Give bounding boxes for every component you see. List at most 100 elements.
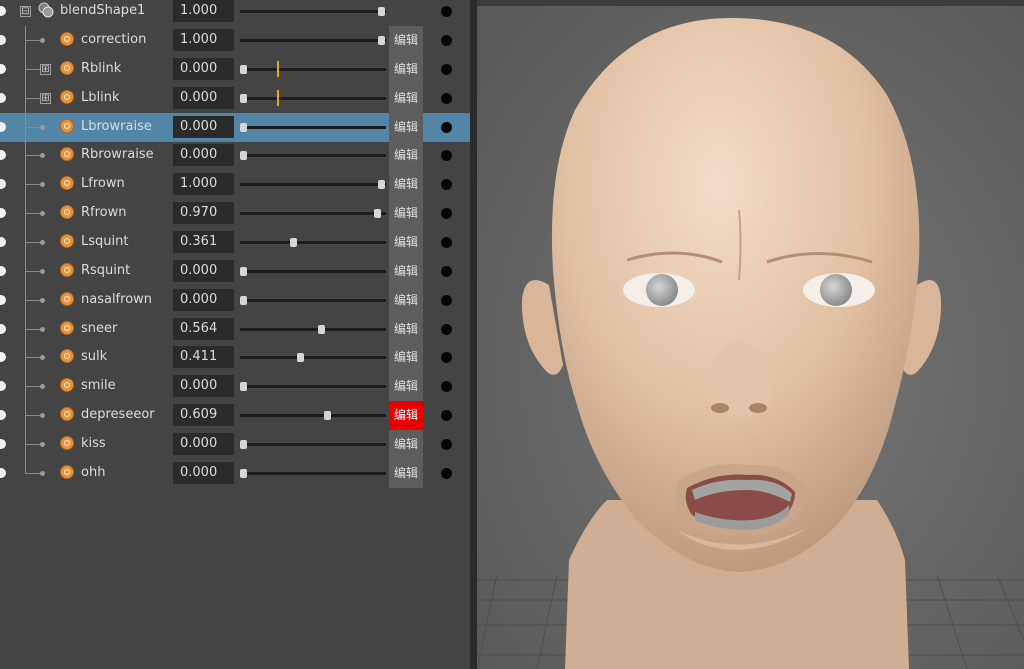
edit-button[interactable]: 编辑 xyxy=(389,430,423,459)
key-dot[interactable] xyxy=(441,439,452,450)
key-dot[interactable] xyxy=(441,64,452,75)
slider-handle[interactable] xyxy=(240,382,247,391)
blendshape-target-row[interactable]: ohh 0.000 编辑 xyxy=(0,459,470,488)
expand-icon[interactable]: ⊞ xyxy=(40,93,51,104)
blendshape-node-row[interactable]: ⊟ blendShape1 1.000 xyxy=(0,0,470,26)
edit-button[interactable]: 编辑 xyxy=(389,55,423,84)
weight-slider[interactable] xyxy=(240,238,386,247)
weight-field[interactable]: 1.000 xyxy=(173,173,234,195)
blendshape-target-row[interactable]: ⊞ Rblink 0.000 编辑 xyxy=(0,55,470,84)
key-dot[interactable] xyxy=(441,6,452,17)
slider-handle[interactable] xyxy=(240,296,247,305)
edit-button[interactable]: 编辑 xyxy=(389,286,423,315)
key-dot[interactable] xyxy=(441,150,452,161)
blendshape-target-row[interactable]: Lsquint 0.361 编辑 xyxy=(0,228,470,257)
weight-field[interactable]: 0.361 xyxy=(173,231,234,253)
edit-button[interactable]: 编辑 xyxy=(389,343,423,372)
weight-field[interactable]: 1.000 xyxy=(173,29,234,51)
slider-handle[interactable] xyxy=(240,94,247,103)
visibility-dot[interactable] xyxy=(0,64,6,74)
key-dot[interactable] xyxy=(441,410,452,421)
edit-button[interactable]: 编辑 xyxy=(389,228,423,257)
weight-field[interactable]: 0.000 xyxy=(173,58,234,80)
edit-button[interactable]: 编辑 xyxy=(389,26,423,55)
weight-slider[interactable] xyxy=(240,267,386,276)
visibility-dot[interactable] xyxy=(0,237,6,247)
edit-button[interactable]: 编辑 xyxy=(389,113,423,142)
weight-slider[interactable] xyxy=(240,411,386,420)
visibility-dot[interactable] xyxy=(0,6,6,16)
visibility-dot[interactable] xyxy=(0,295,6,305)
visibility-dot[interactable] xyxy=(0,352,6,362)
slider-handle[interactable] xyxy=(240,65,247,74)
visibility-dot[interactable] xyxy=(0,150,6,160)
key-dot[interactable] xyxy=(441,352,452,363)
blendshape-target-row[interactable]: Rfrown 0.970 编辑 xyxy=(0,199,470,228)
slider-handle[interactable] xyxy=(378,7,385,16)
weight-slider[interactable] xyxy=(240,180,386,189)
edit-button[interactable]: 编辑 xyxy=(389,170,423,199)
blendshape-target-row[interactable]: Lfrown 1.000 编辑 xyxy=(0,170,470,199)
visibility-dot[interactable] xyxy=(0,324,6,334)
edit-button[interactable]: 编辑 xyxy=(389,315,423,344)
weight-field[interactable]: 0.411 xyxy=(173,346,234,368)
slider-handle[interactable] xyxy=(240,469,247,478)
slider-handle[interactable] xyxy=(317,325,325,334)
weight-slider[interactable] xyxy=(240,353,386,362)
collapse-icon[interactable]: ⊟ xyxy=(20,6,31,17)
blendshape-target-row[interactable]: smile 0.000 编辑 xyxy=(0,372,470,401)
slider-handle[interactable] xyxy=(240,267,247,276)
slider-handle[interactable] xyxy=(240,151,247,160)
key-dot[interactable] xyxy=(441,381,452,392)
key-dot[interactable] xyxy=(441,324,452,335)
blendshape-target-row[interactable]: sulk 0.411 编辑 xyxy=(0,343,470,372)
visibility-dot[interactable] xyxy=(0,468,6,478)
weight-field[interactable]: 0.000 xyxy=(173,260,234,282)
visibility-dot[interactable] xyxy=(0,410,6,420)
visibility-dot[interactable] xyxy=(0,439,6,449)
weight-field[interactable]: 0.970 xyxy=(173,202,234,224)
weight-slider[interactable] xyxy=(240,296,386,305)
slider-handle[interactable] xyxy=(324,411,332,420)
visibility-dot[interactable] xyxy=(0,35,6,45)
slider-handle[interactable] xyxy=(373,209,381,218)
visibility-dot[interactable] xyxy=(0,266,6,276)
weight-slider[interactable] xyxy=(240,440,386,449)
key-dot[interactable] xyxy=(441,179,452,190)
edit-button[interactable]: 编辑 xyxy=(389,84,423,113)
weight-slider[interactable] xyxy=(240,325,386,334)
weight-field[interactable]: 0.564 xyxy=(173,318,234,340)
visibility-dot[interactable] xyxy=(0,208,6,218)
visibility-dot[interactable] xyxy=(0,122,6,132)
key-dot[interactable] xyxy=(441,295,452,306)
blendshape-target-row[interactable]: Rsquint 0.000 编辑 xyxy=(0,257,470,286)
expand-icon[interactable]: ⊞ xyxy=(40,64,51,75)
blendshape-target-row[interactable]: Lbrowraise 0.000 编辑 xyxy=(0,113,470,142)
weight-slider[interactable] xyxy=(240,209,386,218)
viewport-3d[interactable] xyxy=(477,0,1024,669)
edit-button[interactable]: 编辑 xyxy=(389,257,423,286)
key-dot[interactable] xyxy=(441,237,452,248)
weight-field[interactable]: 0.000 xyxy=(173,462,234,484)
key-dot[interactable] xyxy=(441,208,452,219)
weight-field[interactable]: 0.000 xyxy=(173,375,234,397)
weight-slider[interactable] xyxy=(240,90,386,106)
blendshape-target-row[interactable]: kiss 0.000 编辑 xyxy=(0,430,470,459)
blendshape-target-row[interactable]: sneer 0.564 编辑 xyxy=(0,315,470,344)
edit-button[interactable]: 编辑 xyxy=(389,199,423,228)
blendshape-target-row[interactable]: nasalfrown 0.000 编辑 xyxy=(0,286,470,315)
weight-field[interactable]: 1.000 xyxy=(173,0,234,22)
edit-button[interactable]: 编辑 xyxy=(389,459,423,488)
key-dot[interactable] xyxy=(441,266,452,277)
panel-divider[interactable] xyxy=(470,0,477,669)
weight-field[interactable]: 0.000 xyxy=(173,433,234,455)
slider-handle[interactable] xyxy=(240,123,247,132)
key-dot[interactable] xyxy=(441,35,452,46)
edit-button[interactable]: 编辑 xyxy=(389,372,423,401)
key-dot[interactable] xyxy=(441,122,452,133)
key-dot[interactable] xyxy=(441,468,452,479)
blendshape-target-row[interactable]: ⊞ Lblink 0.000 编辑 xyxy=(0,84,470,113)
blendshape-target-row[interactable]: Rbrowraise 0.000 编辑 xyxy=(0,141,470,170)
weight-slider[interactable] xyxy=(240,36,386,45)
weight-field[interactable]: 0.000 xyxy=(173,144,234,166)
